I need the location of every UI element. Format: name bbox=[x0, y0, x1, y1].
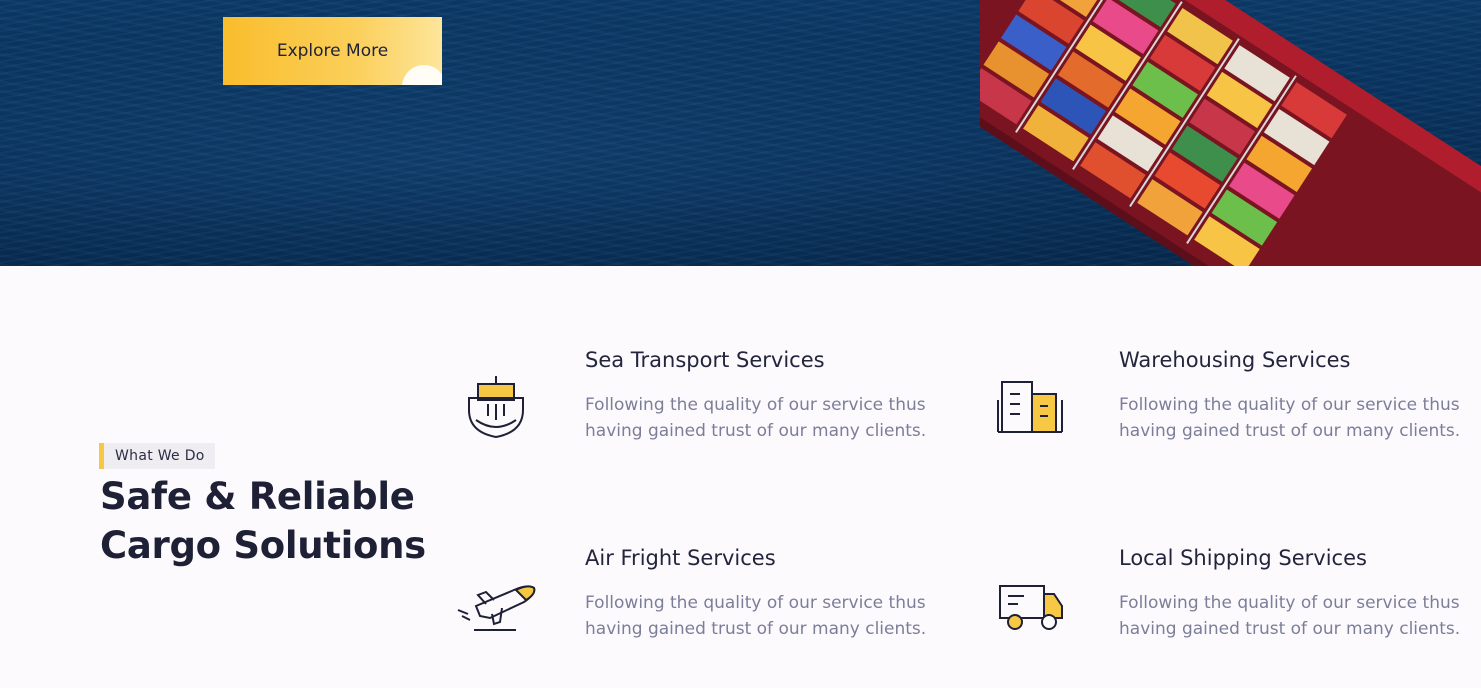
truck-icon bbox=[999, 585, 1063, 630]
hero-banner: Explore More bbox=[0, 0, 1481, 266]
section-title-line2: Cargo Solutions bbox=[100, 524, 426, 567]
service-description: Following the quality of our service thu… bbox=[1119, 593, 1461, 639]
service-description: Following the quality of our service thu… bbox=[585, 395, 927, 441]
service-description: Following the quality of our service thu… bbox=[1119, 395, 1461, 441]
service-title[interactable]: Air Fright Services bbox=[585, 546, 776, 570]
section-title: Safe & Reliable Cargo Solutions bbox=[100, 472, 440, 570]
section-tag: What We Do bbox=[99, 443, 215, 469]
service-description: Following the quality of our service thu… bbox=[585, 593, 927, 639]
explore-more-button[interactable]: Explore More bbox=[223, 17, 442, 85]
warehouse-icon bbox=[997, 381, 1063, 433]
ship-icon bbox=[468, 376, 524, 439]
airplane-icon bbox=[457, 585, 536, 631]
section-title-line1: Safe & Reliable bbox=[100, 475, 415, 518]
service-title[interactable]: Sea Transport Services bbox=[585, 348, 825, 372]
button-decoration-circle bbox=[402, 65, 442, 85]
explore-more-label: Explore More bbox=[276, 41, 389, 61]
service-title[interactable]: Warehousing Services bbox=[1119, 348, 1351, 372]
cargo-ship-image bbox=[980, 0, 1481, 266]
service-title[interactable]: Local Shipping Services bbox=[1119, 546, 1367, 570]
